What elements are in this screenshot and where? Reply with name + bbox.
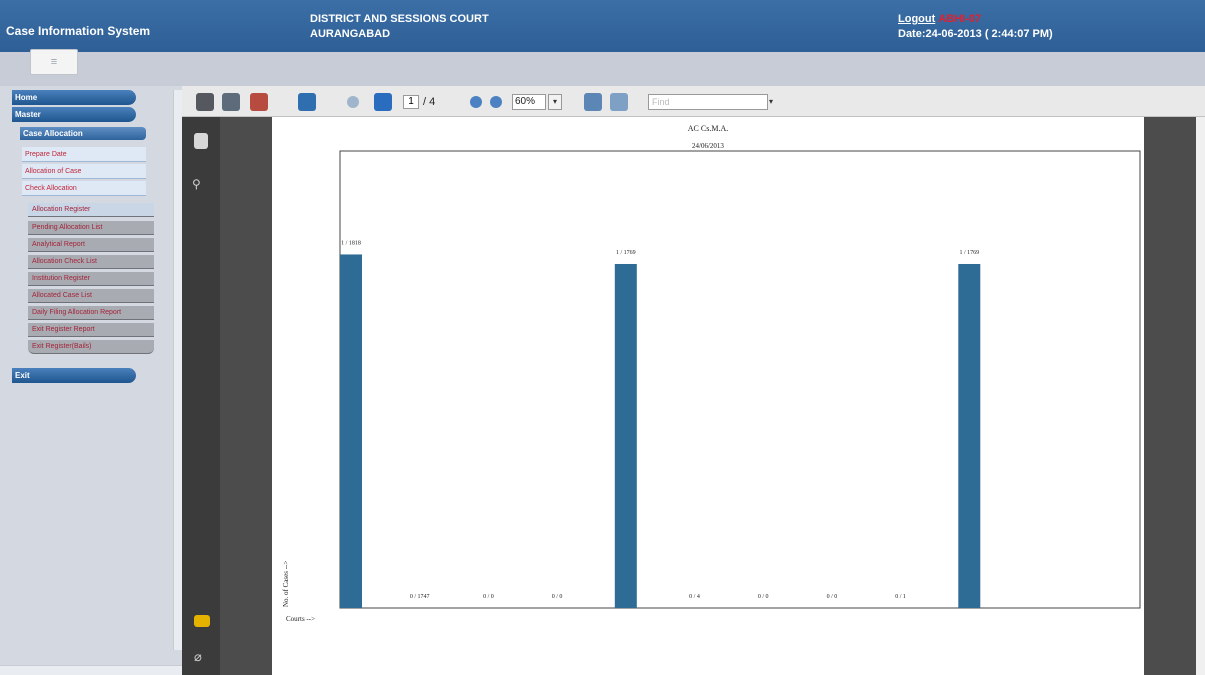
- bar-label-3: 0 / 0: [483, 594, 494, 600]
- user-name: ABHI-07: [938, 13, 982, 25]
- sub-header-bar: [0, 52, 1205, 86]
- menu-check-allocation[interactable]: Check Allocation: [22, 181, 146, 196]
- menu-home[interactable]: Home: [12, 90, 136, 105]
- pdf-gutter-right: [1144, 117, 1196, 675]
- bar-label-2: 0 / 1747: [410, 594, 430, 600]
- bar-label-5: 1 / 1769: [616, 250, 636, 256]
- court-name: DISTRICT AND SESSIONS COURT AURANGABAD: [310, 12, 489, 42]
- menu-allocation-register[interactable]: Allocation Register: [28, 203, 154, 217]
- date-time: Date:24-06-2013 ( 2:44:07 PM): [898, 28, 1053, 40]
- sidebar: Home Master Case Allocation Prepare Date…: [0, 86, 182, 675]
- bar-label-8: 0 / 0: [827, 594, 838, 600]
- save-icon[interactable]: [222, 93, 240, 111]
- zoom-out-icon[interactable]: [470, 96, 482, 108]
- app-header: Case Information System DISTRICT AND SES…: [0, 0, 1205, 52]
- sign-icon[interactable]: [298, 93, 316, 111]
- bar-chart: AC Cs.M.A. 24/06/2013 No. of Cases --> C…: [282, 124, 1141, 623]
- page-number-input[interactable]: 1: [403, 95, 419, 109]
- menu-allocated-case-list[interactable]: Allocated Case List: [28, 289, 154, 303]
- menu-pending-allocation-list[interactable]: Pending Allocation List: [28, 221, 154, 235]
- pages-panel-icon[interactable]: [194, 133, 208, 149]
- page-total: / 4: [423, 96, 436, 108]
- menu-institution-register[interactable]: Institution Register: [28, 272, 154, 286]
- sidebar-vertical-scrollbar[interactable]: [173, 90, 182, 650]
- menu-exit-register-bails[interactable]: Exit Register(Bails): [28, 340, 154, 354]
- menu-toggle-button[interactable]: ≡: [30, 49, 78, 75]
- y-axis-label: No. of Cases -->: [282, 561, 290, 607]
- pdf-gutter-left: [220, 117, 272, 675]
- print-icon[interactable]: [196, 93, 214, 111]
- bookmarks-icon[interactable]: ⚲: [192, 177, 210, 191]
- pdf-page: AC Cs.M.A. 24/06/2013 No. of Cases --> C…: [272, 117, 1144, 675]
- menu-allocation-of-case[interactable]: Allocation of Case: [22, 164, 146, 179]
- bar-label-10: 1 / 1769: [959, 250, 979, 256]
- menu-daily-filing-allocation-report[interactable]: Daily Filing Allocation Report: [28, 306, 154, 320]
- menu-master[interactable]: Master: [12, 107, 136, 122]
- plot-area-frame: [339, 150, 1141, 609]
- bar-label-4: 0 / 0: [552, 594, 563, 600]
- fit-page-icon[interactable]: [610, 93, 628, 111]
- zoom-select[interactable]: 60%: [512, 94, 546, 110]
- comments-icon[interactable]: [194, 615, 210, 627]
- menu-exit-register-report[interactable]: Exit Register Report: [28, 323, 154, 337]
- session-info: Logout ABHI-07 Date:24-06-2013 ( 2:44:07…: [898, 12, 1053, 42]
- zoom-in-icon[interactable]: [490, 96, 502, 108]
- pdf-vertical-scrollbar[interactable]: [1196, 117, 1205, 675]
- report-title: AC Cs.M.A.: [688, 124, 728, 133]
- x-axis-label: Courts -->: [286, 615, 315, 623]
- bar-label-1: 1 / 1818: [341, 240, 361, 246]
- next-page-icon[interactable]: [374, 93, 392, 111]
- email-icon[interactable]: [250, 93, 268, 111]
- find-dropdown-icon[interactable]: ▾: [769, 94, 779, 110]
- previous-page-icon[interactable]: [347, 96, 359, 108]
- menu-prepare-date[interactable]: Prepare Date: [22, 147, 146, 162]
- sidebar-horizontal-scrollbar[interactable]: [0, 665, 182, 675]
- find-input[interactable]: Find: [648, 94, 768, 110]
- bars-group: 1 / 1818 0 / 1747 0 / 0 0 / 0 1 / 1769 0 / 4 0…: [340, 240, 981, 608]
- menu-allocation-check-list[interactable]: Allocation Check List: [28, 255, 154, 269]
- bar-10: [958, 263, 981, 608]
- attachments-icon[interactable]: ⌀: [194, 649, 210, 665]
- bar-1: [340, 254, 362, 608]
- pdf-navigation-rail: ⚲ ⌀: [182, 117, 220, 675]
- report-date: 24/06/2013: [692, 142, 724, 150]
- logout-link[interactable]: Logout: [898, 13, 935, 25]
- pdf-toolbar: 1 / 4 60% ▾ Find ▾: [182, 86, 1205, 117]
- bar-label-7: 0 / 0: [758, 594, 769, 600]
- bar-label-6: 0 / 4: [689, 594, 700, 600]
- bar-5: [614, 263, 637, 608]
- menu-case-allocation[interactable]: Case Allocation: [20, 127, 146, 140]
- zoom-dropdown-icon[interactable]: ▾: [548, 94, 562, 110]
- bar-label-9: 0 / 1: [895, 594, 906, 600]
- menu-analytical-report[interactable]: Analytical Report: [28, 238, 154, 252]
- court-line-1: DISTRICT AND SESSIONS COURT: [310, 13, 489, 25]
- fit-width-icon[interactable]: [584, 93, 602, 111]
- court-line-2: AURANGABAD: [310, 28, 391, 40]
- app-title: Case Information System: [6, 24, 151, 38]
- menu-exit[interactable]: Exit: [12, 368, 136, 383]
